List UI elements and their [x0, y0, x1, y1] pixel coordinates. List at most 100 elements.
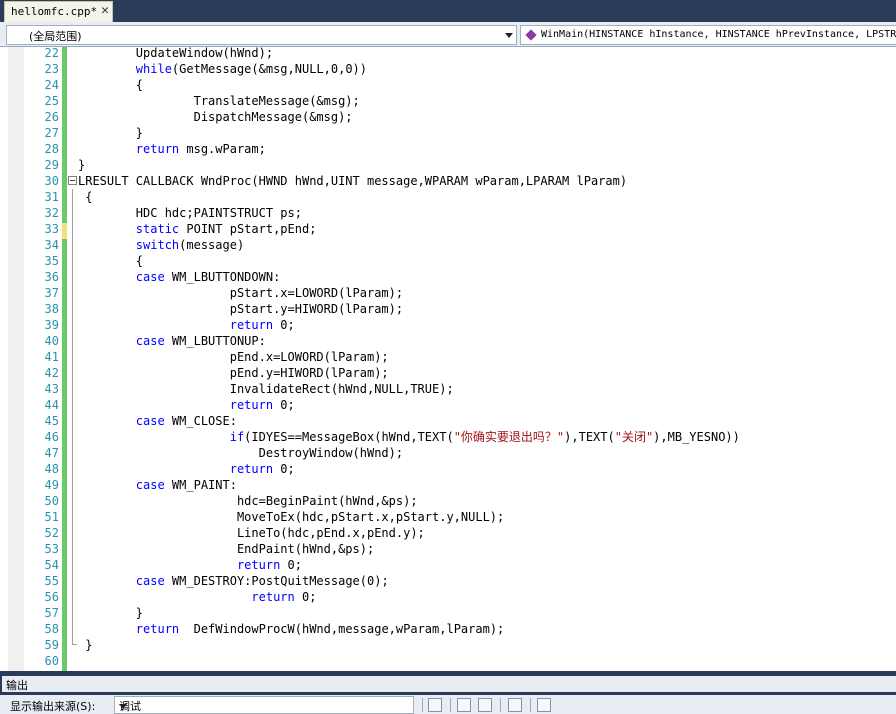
code-text: while(GetMessage(&msg,NULL,0,0)) — [135, 62, 367, 76]
code-line[interactable]: 43 InvalidateRect(hWnd,NULL,TRUE); — [0, 381, 896, 397]
code-line[interactable]: 42 pEnd.y=HIWORD(lParam); — [0, 365, 896, 381]
fold-guide — [72, 621, 73, 637]
line-number: 33 — [44, 222, 59, 236]
fold-guide — [72, 557, 73, 573]
code-line[interactable]: 46 if(IDYES==MessageBox(hWnd,TEXT("你确实要退… — [0, 429, 896, 445]
word-wrap-icon[interactable] — [537, 698, 551, 712]
code-text: InvalidateRect(hWnd,NULL,TRUE); — [78, 382, 454, 396]
code-line[interactable]: 54 return 0; — [0, 557, 896, 573]
fold-guide — [72, 269, 73, 285]
code-text: EndPaint(hWnd,&ps); — [78, 542, 375, 556]
previous-message-icon[interactable] — [457, 698, 471, 712]
scope-dropdown[interactable]: (全局范围) — [6, 25, 517, 45]
code-text: HDC hdc;PAINTSTRUCT ps; — [78, 206, 302, 220]
code-text: { — [78, 254, 144, 268]
code-text: MoveToEx(hdc,pStart.x,pStart.y,NULL); — [78, 510, 505, 524]
code-line[interactable]: 60 — [0, 653, 896, 669]
line-number: 60 — [44, 654, 59, 668]
line-number: 32 — [44, 206, 59, 220]
line-number: 45 — [44, 414, 59, 428]
code-line[interactable]: 28 return msg.wParam; — [0, 141, 896, 157]
fold-guide — [72, 317, 73, 333]
toolbar-separator — [422, 698, 423, 712]
code-line[interactable]: 41 pEnd.x=LOWORD(lParam); — [0, 349, 896, 365]
code-line[interactable]: 48 return 0; — [0, 461, 896, 477]
code-text: } — [78, 126, 144, 140]
line-number: 39 — [44, 318, 59, 332]
code-text: case WM_CLOSE: — [135, 414, 237, 428]
fold-guide — [72, 429, 73, 445]
line-number: 29 — [44, 158, 59, 172]
code-line[interactable]: 47 DestroyWindow(hWnd); — [0, 445, 896, 461]
output-source-dropdown[interactable]: 调试 — [114, 696, 414, 714]
code-line[interactable]: 25 TranslateMessage(&msg); — [0, 93, 896, 109]
code-line[interactable]: 24 { — [0, 77, 896, 93]
code-line[interactable]: 56 return 0; — [0, 589, 896, 605]
line-number: 51 — [44, 510, 59, 524]
fold-guide-end — [72, 637, 77, 645]
code-line[interactable]: 23 while(GetMessage(&msg,NULL,0,0)) — [0, 61, 896, 77]
next-message-icon[interactable] — [478, 698, 492, 712]
close-icon[interactable]: ✕ — [101, 3, 109, 18]
code-line[interactable]: 40 case WM_LBUTTONUP: — [0, 333, 896, 349]
code-editor[interactable]: 22 UpdateWindow(hWnd); 23 while(GetMessag… — [0, 47, 896, 671]
code-line[interactable]: 51 MoveToEx(hdc,pStart.x,pStart.y,NULL); — [0, 509, 896, 525]
code-text: return 0; — [229, 398, 295, 412]
code-line[interactable]: 31 { — [0, 189, 896, 205]
line-number: 30 — [44, 174, 59, 188]
code-text: case WM_DESTROY:PostQuitMessage(0); — [135, 574, 389, 588]
code-line[interactable]: 30 LRESULT CALLBACK WndProc(HWND hWnd,UIN… — [0, 173, 896, 189]
document-tab[interactable]: hellomfc.cpp* ✕ — [4, 1, 113, 22]
fold-guide — [72, 397, 73, 413]
code-line[interactable]: 45 case WM_CLOSE: — [0, 413, 896, 429]
code-line[interactable]: 49 case WM_PAINT: — [0, 477, 896, 493]
document-tab-strip: hellomfc.cpp* ✕ — [0, 0, 896, 22]
code-line[interactable]: 36 case WM_LBUTTONDOWN: — [0, 269, 896, 285]
toolbar-separator — [450, 698, 451, 712]
code-line[interactable]: 22 UpdateWindow(hWnd); — [0, 47, 896, 61]
code-line[interactable]: 58 return DefWindowProcW(hWnd,message,wP… — [0, 621, 896, 637]
fold-guide — [72, 461, 73, 477]
code-line[interactable]: 39 return 0; — [0, 317, 896, 333]
code-text: DispatchMessage(&msg); — [78, 110, 353, 124]
code-line[interactable]: 57 } — [0, 605, 896, 621]
function-value: WinMain(HINSTANCE hInstance, HINSTANCE h… — [541, 29, 896, 40]
code-text: DestroyWindow(hWnd); — [78, 446, 404, 460]
code-line[interactable]: 59 } — [0, 637, 896, 653]
clear-all-icon[interactable] — [508, 698, 522, 712]
line-number: 25 — [44, 94, 59, 108]
code-line[interactable]: 27 } — [0, 125, 896, 141]
chevron-down-icon[interactable] — [505, 33, 513, 38]
code-line[interactable]: 55 case WM_DESTROY:PostQuitMessage(0); — [0, 573, 896, 589]
fold-guide — [72, 573, 73, 589]
code-text: static POINT pStart,pEnd; — [135, 222, 317, 236]
code-line[interactable]: 52 LineTo(hdc,pEnd.x,pEnd.y); — [0, 525, 896, 541]
code-line[interactable]: 34 switch(message) — [0, 237, 896, 253]
fold-guide — [72, 253, 73, 269]
code-text: } — [78, 638, 93, 652]
code-line[interactable]: 44 return 0; — [0, 397, 896, 413]
code-text: return 0; — [229, 318, 295, 332]
collapse-icon[interactable] — [68, 176, 77, 185]
fold-guide — [72, 541, 73, 557]
code-text: { — [78, 190, 93, 204]
code-line[interactable]: 50 hdc=BeginPaint(hWnd,&ps); — [0, 493, 896, 509]
code-line[interactable]: 38 pStart.y=HIWORD(lParam); — [0, 301, 896, 317]
fold-guide — [72, 493, 73, 509]
code-line[interactable]: 37 pStart.x=LOWORD(lParam); — [0, 285, 896, 301]
line-number: 49 — [44, 478, 59, 492]
line-number: 34 — [44, 238, 59, 252]
function-dropdown[interactable]: WinMain(HINSTANCE hInstance, HINSTANCE h… — [520, 25, 896, 45]
code-text: LRESULT CALLBACK WndProc(HWND hWnd,UINT … — [78, 174, 628, 188]
code-text: hdc=BeginPaint(hWnd,&ps); — [78, 494, 418, 508]
goto-error-icon[interactable] — [428, 698, 442, 712]
code-line[interactable]: 33 static POINT pStart,pEnd; — [0, 221, 896, 237]
line-number: 54 — [44, 558, 59, 572]
code-line[interactable]: 53 EndPaint(hWnd,&ps); — [0, 541, 896, 557]
line-number: 31 — [44, 190, 59, 204]
code-line[interactable]: 29} — [0, 157, 896, 173]
code-line[interactable]: 35 { — [0, 253, 896, 269]
code-line[interactable]: 32 HDC hdc;PAINTSTRUCT ps; — [0, 205, 896, 221]
code-line[interactable]: 26 DispatchMessage(&msg); — [0, 109, 896, 125]
chevron-down-icon[interactable] — [119, 704, 127, 709]
